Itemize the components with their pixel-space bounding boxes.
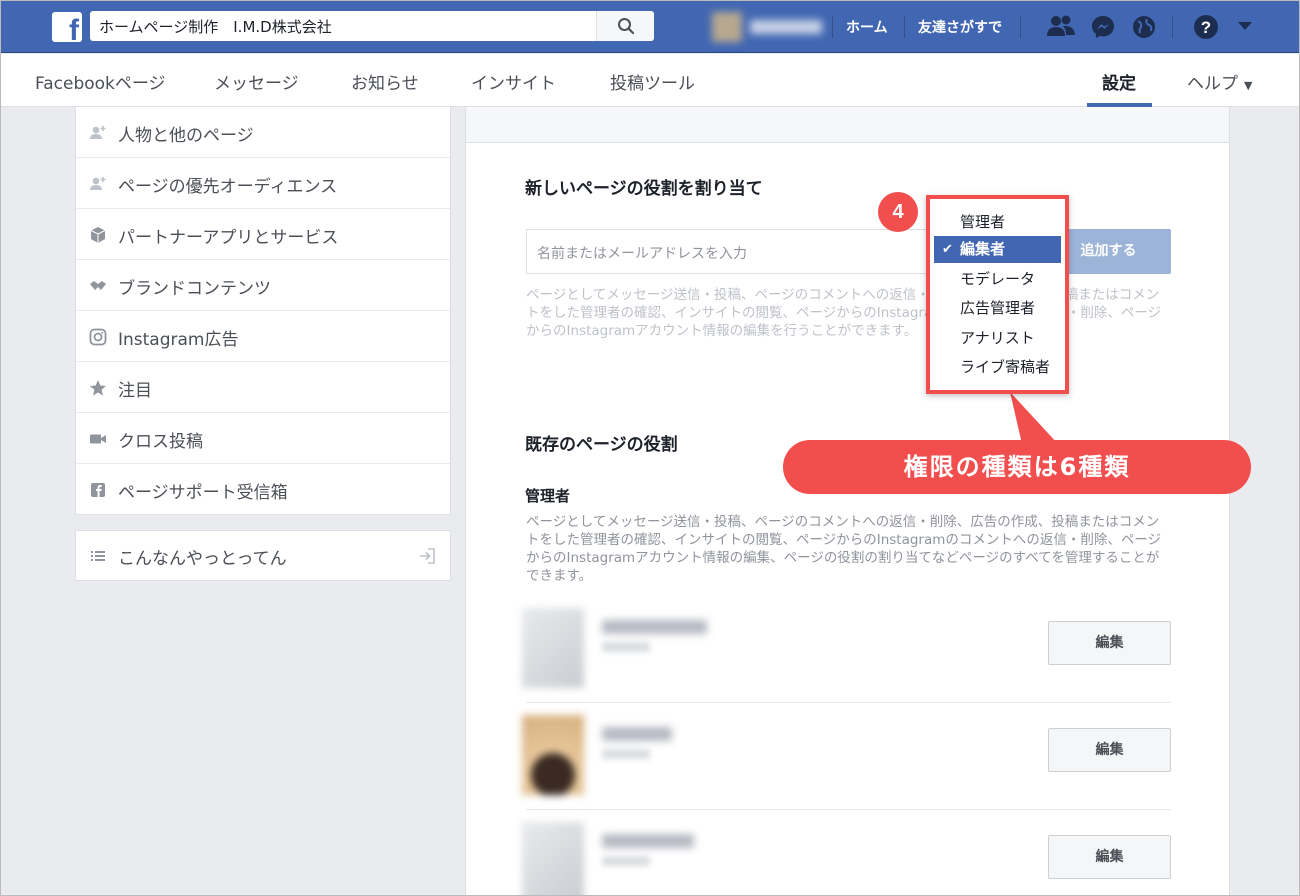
- existing-roles-heading: 既存のページの役割: [525, 435, 678, 455]
- notifications-globe-icon[interactable]: [1131, 14, 1157, 40]
- role-option-editor[interactable]: ✔ 編集者: [934, 236, 1061, 263]
- instagram-icon: [89, 328, 107, 346]
- search-icon: [618, 18, 635, 35]
- person-plus-icon: [90, 177, 106, 190]
- admin-role-description: ページとしてメッセージ送信・投稿、ページのコメントへの返信・削除、広告の作成、投…: [526, 514, 1162, 584]
- tab-notifications[interactable]: お知らせ: [351, 69, 419, 94]
- nav-separator: [832, 16, 833, 38]
- role-option-admin[interactable]: 管理者: [934, 209, 1061, 236]
- member-role: [602, 856, 650, 866]
- help-question-icon[interactable]: ?: [1193, 14, 1219, 40]
- settings-sidebar: 人物と他のページ ページの優先オーディエンス パートナーアプリとサービス ブラン…: [75, 107, 451, 515]
- profile-link[interactable]: [712, 12, 824, 42]
- search-input[interactable]: [90, 11, 596, 41]
- role-dropdown: 管理者 ✔ 編集者 モデレータ 広告管理者 アナリスト ライブ寄稿者: [926, 195, 1069, 394]
- edit-button[interactable]: 編集: [1048, 728, 1171, 772]
- activity-log-label: こんなんやっとってん: [118, 549, 287, 569]
- sidebar-item-featured[interactable]: 注目: [76, 362, 450, 413]
- sidebar-item-label: ページサポート受信箱: [118, 483, 288, 503]
- member-name: [602, 727, 672, 741]
- tab-help[interactable]: ヘルプ ▼: [1187, 69, 1252, 94]
- member-name: [602, 834, 694, 848]
- sidebar-item-label: ブランドコンテンツ: [118, 279, 271, 299]
- member-role: [602, 749, 650, 759]
- avatar: [522, 608, 584, 688]
- search-box: [90, 11, 654, 41]
- sidebar-item-people-and-pages[interactable]: 人物と他のページ: [76, 107, 450, 158]
- star-icon: [90, 380, 106, 396]
- sign-in-arrow-icon: [420, 548, 435, 564]
- tab-settings[interactable]: 設定: [1102, 69, 1136, 94]
- tab-publishing-tools[interactable]: 投稿ツール: [610, 69, 695, 94]
- step-number-badge: 4: [878, 192, 918, 232]
- sidebar-item-instagram-ads[interactable]: Instagram広告: [76, 311, 450, 362]
- avatar: [712, 12, 742, 42]
- video-camera-icon: [90, 434, 106, 444]
- edit-button[interactable]: 編集: [1048, 835, 1171, 879]
- sidebar-item-crossposting[interactable]: クロス投稿: [76, 413, 450, 464]
- sidebar-item-label: クロス投稿: [118, 432, 203, 452]
- sidebar-item-label: 注目: [118, 381, 152, 401]
- sidebar-item-label: Instagram広告: [118, 330, 239, 350]
- name-or-email-input[interactable]: 名前またはメールアドレスを入力: [526, 229, 946, 274]
- facebook-square-icon: [91, 483, 105, 497]
- avatar: [522, 715, 584, 795]
- divider: [526, 702, 1171, 703]
- tab-messages[interactable]: メッセージ: [214, 69, 299, 94]
- tab-facebook-page[interactable]: Facebookページ: [35, 69, 166, 94]
- member-role: [602, 642, 650, 652]
- checkmark-icon: ✔: [942, 242, 953, 257]
- messenger-icon[interactable]: [1090, 14, 1116, 40]
- annotation-callout: 権限の種類は6種類: [783, 440, 1251, 494]
- role-option-moderator[interactable]: モデレータ: [934, 266, 1061, 293]
- role-description: ページとしてメッセージ送信・投稿、ページのコメントへの返信・削除、広告の作成、投…: [526, 287, 1162, 339]
- facebook-logo-icon[interactable]: f: [52, 12, 82, 42]
- nav-separator: [1172, 16, 1173, 38]
- admin-section-heading: 管理者: [525, 487, 571, 505]
- role-option-analyst[interactable]: アナリスト: [934, 325, 1061, 352]
- sidebar-item-label: ページの優先オーディエンス: [118, 177, 338, 197]
- main-panel-header: [465, 107, 1230, 142]
- tab-help-label: ヘルプ: [1187, 74, 1238, 94]
- search-button[interactable]: [596, 11, 654, 41]
- chevron-down-icon: ▼: [1244, 79, 1253, 92]
- role-option-advertiser[interactable]: 広告管理者: [934, 295, 1061, 322]
- nav-separator: [1020, 16, 1021, 38]
- avatar: [522, 822, 584, 896]
- member-name: [602, 620, 707, 634]
- divider: [526, 809, 1171, 810]
- svg-text:?: ?: [1201, 18, 1211, 37]
- sidebar-item-activity-log[interactable]: こんなんやっとってん: [75, 530, 451, 581]
- sidebar-item-partner-apps[interactable]: パートナーアプリとサービス: [76, 209, 450, 260]
- friend-requests-icon[interactable]: [1046, 14, 1076, 40]
- tab-insights[interactable]: インサイト: [471, 69, 556, 94]
- sidebar-item-preferred-audience[interactable]: ページの優先オーディエンス: [76, 158, 450, 209]
- cube-icon: [90, 227, 106, 243]
- profile-name: [750, 20, 822, 34]
- account-menu-caret-icon[interactable]: [1238, 22, 1252, 31]
- role-option-label: 編集者: [960, 240, 1006, 258]
- sidebar-item-support-inbox[interactable]: ページサポート受信箱: [76, 464, 450, 515]
- handshake-icon: [90, 281, 106, 290]
- nav-separator: [904, 16, 905, 38]
- sidebar-item-label: 人物と他のページ: [118, 126, 254, 146]
- role-option-live-contributor[interactable]: ライブ寄稿者: [934, 354, 1061, 381]
- home-link[interactable]: ホーム: [846, 17, 888, 37]
- assign-role-heading: 新しいページの役割を割り当て: [525, 179, 763, 199]
- page-nav: Facebookページ メッセージ お知らせ インサイト 投稿ツール 設定 ヘル…: [0, 54, 1300, 107]
- edit-button[interactable]: 編集: [1048, 621, 1171, 665]
- find-friends-link[interactable]: 友達さがすで: [918, 17, 1002, 37]
- top-bar: f ホーム 友達さがすで ?: [0, 0, 1300, 53]
- sidebar-item-label: パートナーアプリとサービス: [118, 228, 339, 248]
- sidebar-item-branded-content[interactable]: ブランドコンテンツ: [76, 260, 450, 311]
- list-icon: [91, 551, 105, 561]
- person-plus-icon: [90, 126, 106, 139]
